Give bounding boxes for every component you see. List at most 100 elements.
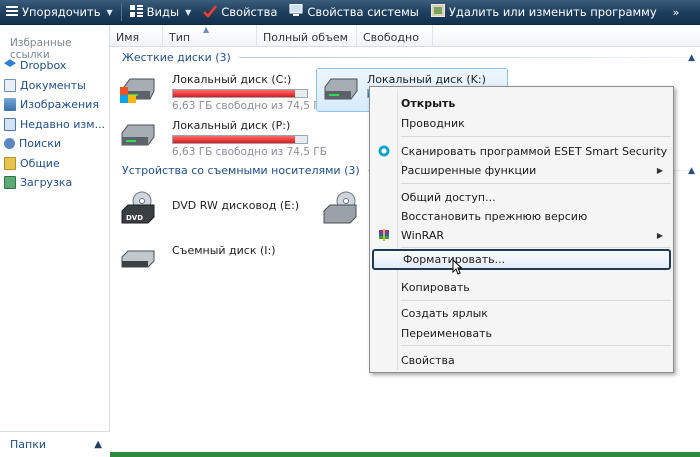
submenu-arrow-icon: ▶ bbox=[656, 230, 663, 240]
uninstall-button[interactable]: Удалить или изменить программу bbox=[425, 0, 663, 24]
hard-drive-icon bbox=[121, 124, 155, 146]
hard-drive-icon bbox=[324, 78, 358, 100]
drive-item-i[interactable]: Съемный диск (I:) bbox=[114, 235, 306, 277]
capacity-bar bbox=[172, 135, 308, 144]
nav-item-images[interactable]: Изображения bbox=[4, 95, 105, 115]
menu-item-properties[interactable]: Свойства bbox=[372, 350, 671, 370]
nav-item-public[interactable]: Общие bbox=[4, 154, 105, 174]
submenu-arrow-icon: ▶ bbox=[656, 165, 663, 175]
favorite-links-list: Dropbox Документы Изображения Недавно из… bbox=[4, 56, 105, 193]
organize-button[interactable]: Упорядочить ▼ bbox=[0, 0, 119, 24]
nav-item-dropbox[interactable]: Dropbox bbox=[4, 56, 105, 76]
nav-item-label: Загрузка bbox=[20, 176, 73, 190]
menu-item-sharing[interactable]: Общий доступ... bbox=[372, 187, 671, 207]
folders-toggle[interactable]: Папки ▲ bbox=[0, 431, 110, 457]
dropbox-icon bbox=[4, 59, 16, 68]
group-label: Жесткие диски (3) bbox=[122, 51, 231, 64]
context-menu: Открыть Проводник Сканировать программой… bbox=[369, 86, 674, 373]
drive-name: Съемный диск (I:) bbox=[172, 244, 276, 257]
menu-separator bbox=[401, 136, 671, 137]
menu-separator bbox=[401, 247, 671, 248]
menu-item-explorer[interactable]: Проводник bbox=[372, 113, 671, 133]
menu-item-advanced[interactable]: Расширенные функции ▶ bbox=[372, 160, 671, 180]
group-label: Устройства со съемными носителями (3) bbox=[122, 164, 360, 177]
system-properties-label: Свойства системы bbox=[307, 5, 419, 19]
menu-separator bbox=[401, 345, 671, 346]
properties-button[interactable]: Свойства bbox=[197, 0, 283, 24]
drive-item-p[interactable]: Локальный диск (P:) 6,63 ГБ свободно из … bbox=[114, 115, 327, 158]
status-strip bbox=[110, 452, 700, 457]
more-label: » bbox=[672, 5, 680, 19]
navigation-pane: Избранные ссылки Dropbox Документы Изобр… bbox=[0, 25, 110, 457]
drive-item-optical[interactable] bbox=[316, 187, 376, 229]
dvd-badge: DVD bbox=[126, 214, 143, 222]
capacity-bar-fill bbox=[173, 90, 295, 97]
mouse-pointer-icon bbox=[452, 259, 462, 275]
menu-item-label: WinRAR bbox=[401, 228, 445, 242]
pictures-icon bbox=[4, 98, 16, 112]
nav-item-documents[interactable]: Документы bbox=[4, 76, 105, 96]
drive-free-space: 6,63 ГБ свободно из 74,5 ГБ bbox=[172, 146, 327, 158]
drive-name: Локальный диск (C:) bbox=[172, 73, 292, 86]
cd-drive-icon bbox=[323, 191, 357, 224]
views-label: Виды bbox=[146, 5, 180, 19]
menu-item-label: Восстановить прежнюю версию bbox=[401, 209, 588, 223]
column-label: Свободно bbox=[363, 31, 419, 44]
column-total-size[interactable]: Полный объем bbox=[257, 25, 357, 47]
menu-separator bbox=[401, 300, 671, 301]
menu-separator bbox=[401, 183, 671, 184]
nav-item-label: Изображения bbox=[20, 98, 99, 112]
command-bar: Упорядочить ▼ Виды ▼ Свойства Свойства с… bbox=[0, 0, 700, 25]
hard-drive-icon bbox=[120, 78, 155, 103]
uninstall-label: Удалить или изменить программу bbox=[448, 5, 657, 19]
nav-item-label: Общие bbox=[20, 156, 60, 170]
programs-icon bbox=[430, 3, 446, 20]
menu-item-label: Копировать bbox=[401, 280, 470, 294]
chevron-up-icon: ▲ bbox=[688, 52, 695, 63]
menu-item-label: Проводник bbox=[401, 116, 465, 130]
toolbar-divider bbox=[120, 3, 122, 21]
system-properties-button[interactable]: Свойства системы bbox=[283, 0, 424, 24]
menu-item-rename[interactable]: Переименовать bbox=[372, 323, 671, 343]
menu-item-format[interactable]: Форматировать... bbox=[372, 249, 671, 270]
downloads-icon bbox=[4, 176, 16, 190]
drive-name: Локальный диск (P:) bbox=[172, 119, 291, 132]
checkmark-icon bbox=[203, 4, 218, 21]
nav-item-recent[interactable]: Недавно изм... bbox=[4, 115, 105, 135]
menu-item-create-shortcut[interactable]: Создать ярлык bbox=[372, 303, 671, 323]
menu-item-winrar[interactable]: WinRAR ▶ bbox=[372, 225, 671, 245]
menu-item-label: Общий доступ... bbox=[401, 190, 496, 204]
more-commands-button[interactable]: » bbox=[667, 0, 686, 24]
menu-item-eset-scan[interactable]: Сканировать программой ESET Smart Securi… bbox=[372, 141, 671, 161]
drive-free-space: 6,63 ГБ свободно из 74,5 ГБ bbox=[172, 100, 327, 112]
nav-item-searches[interactable]: Поиски bbox=[4, 134, 105, 154]
menu-item-restore[interactable]: Восстановить прежнюю версию bbox=[372, 206, 671, 226]
column-name[interactable]: Имя bbox=[110, 25, 163, 47]
menu-item-label: Расширенные функции bbox=[401, 163, 537, 177]
drive-item-c[interactable]: Локальный диск (C:) 6,63 ГБ свободно из … bbox=[114, 69, 327, 112]
removable-drive-icon bbox=[121, 250, 155, 268]
organize-icon bbox=[6, 5, 18, 20]
chevron-up-icon: ▲ bbox=[688, 165, 695, 176]
menu-item-open[interactable]: Открыть bbox=[372, 93, 671, 113]
menu-item-copy[interactable]: Копировать bbox=[372, 277, 671, 297]
properties-label: Свойства bbox=[221, 5, 278, 19]
drive-item-dvd[interactable]: DVD DVD RW дисковод (E:) bbox=[114, 187, 306, 229]
menu-item-label: Сканировать программой ESET Smart Securi… bbox=[401, 144, 668, 158]
column-header: Имя ▲ Тип Полный объем Свободно bbox=[110, 25, 700, 47]
menu-item-label: Свойства bbox=[401, 353, 455, 367]
views-icon bbox=[129, 4, 143, 20]
drive-name: DVD RW дисковод (E:) bbox=[172, 199, 300, 212]
folder-icon bbox=[4, 156, 16, 170]
chevron-up-icon: ▲ bbox=[94, 439, 102, 450]
menu-item-label: Переименовать bbox=[401, 326, 493, 340]
nav-item-downloads[interactable]: Загрузка bbox=[4, 173, 105, 193]
column-type[interactable]: ▲ Тип bbox=[163, 25, 257, 47]
nav-item-label: Недавно изм... bbox=[20, 117, 106, 131]
dvd-drive-icon: DVD bbox=[121, 191, 155, 224]
column-free-space[interactable]: Свободно bbox=[357, 25, 433, 47]
views-button[interactable]: Виды ▼ bbox=[124, 0, 198, 24]
computer-icon bbox=[289, 3, 303, 20]
nav-item-label: Поиски bbox=[19, 137, 61, 151]
group-header-hard-disks[interactable]: Жесткие диски (3) ▲ bbox=[122, 51, 695, 64]
